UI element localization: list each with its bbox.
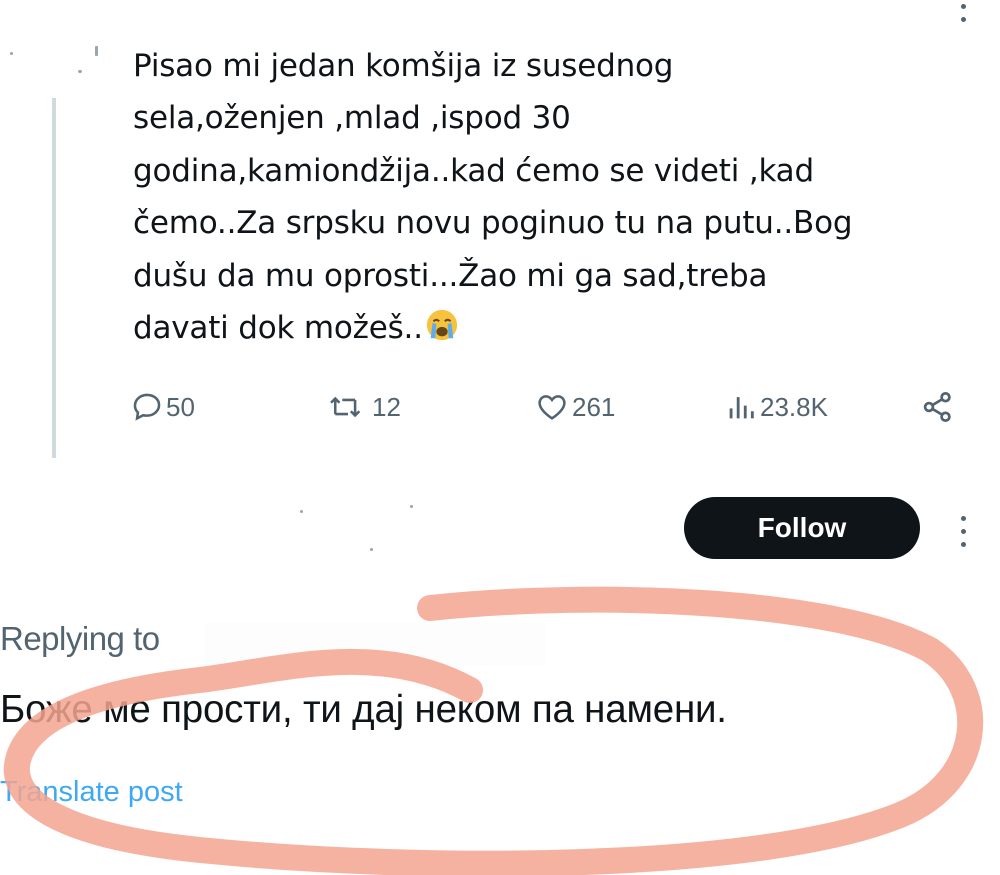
like-icon (538, 395, 566, 420)
scan-speck (370, 548, 373, 551)
reply-button[interactable]: 50 (130, 383, 195, 431)
replying-to-label: Replying to (0, 620, 160, 657)
like-button[interactable]: 261 (534, 383, 615, 431)
scan-speck (300, 510, 303, 513)
follow-button[interactable]: Follow (684, 497, 920, 559)
like-count: 261 (572, 391, 616, 422)
translate-post-link[interactable]: Translate post (0, 776, 183, 809)
tweet-text: Pisao mi jedan komšija iz susednog sela,… (133, 40, 943, 354)
more-icon[interactable] (956, 0, 970, 40)
tweet-text-line: godina,kamiondžija..kad ćemo se videti ,… (133, 152, 814, 189)
share-icon (923, 392, 951, 422)
tweet-text-line: čemo..Za srpsku novu poginuo tu na putu.… (133, 205, 853, 242)
repost-count: 12 (372, 391, 401, 422)
tweet-text-line-last: davati dok možeš.. (133, 302, 943, 354)
scan-speck (95, 46, 98, 56)
share-button[interactable] (920, 383, 956, 431)
more-icon[interactable] (956, 512, 970, 552)
tweet-text-line: dušu da mu oprosti...Žao mi ga sad,treba (133, 257, 768, 294)
reply-text: Боже ме прости, ти дај неком па намени. (0, 688, 727, 731)
scan-speck (410, 505, 413, 508)
tweet-text-line: Pisao mi jedan komšija iz susednog (133, 48, 674, 84)
views-icon (729, 397, 754, 419)
repost-button[interactable]: 12 (326, 383, 401, 431)
views-button[interactable]: 23.8K (724, 383, 828, 431)
reply-icon (133, 393, 161, 421)
scan-speck (10, 52, 13, 55)
tweet-action-bar: 50 12 261 23.8K (130, 383, 970, 431)
tweet-text-line: davati dok možeš.. (133, 310, 423, 347)
tweet-text-line: sela,oženjen ,mlad ,ispod 30 (133, 100, 571, 137)
redacted-username (205, 622, 545, 666)
reply-count: 50 (166, 391, 195, 422)
crying-face-icon (426, 309, 457, 341)
scan-speck (78, 70, 82, 73)
repost-icon (330, 396, 361, 418)
thread-connector-line (52, 98, 56, 458)
views-count: 23.8K (760, 391, 828, 422)
